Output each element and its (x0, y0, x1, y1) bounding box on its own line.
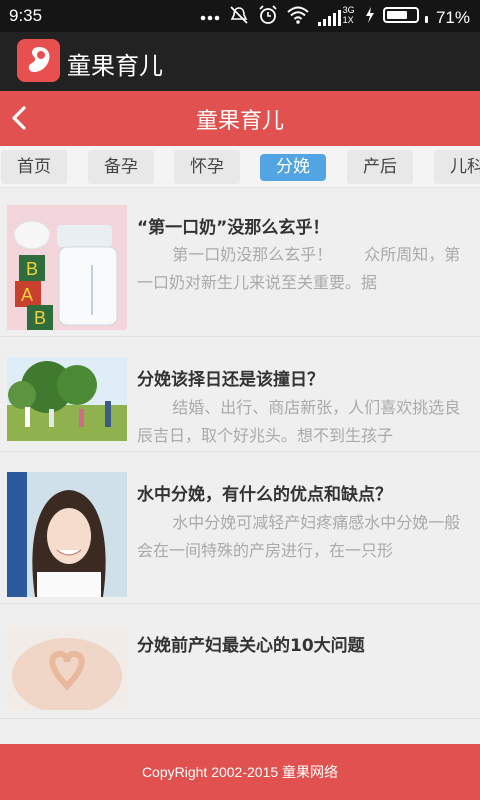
network-type-top: 3G (342, 5, 355, 15)
article-thumbnail (7, 357, 127, 441)
article-title: 分娩该择日还是该撞日？ (137, 370, 324, 390)
article-summary: 水中分娩可减轻产妇疼痛感水中分娩一般会在一间特殊的产房进行，在一只形 (137, 513, 461, 560)
svg-text:B: B (26, 259, 38, 279)
article-item[interactable]: B A B “第一口奶”没那么玄乎！ 第一口奶没那么玄乎！ 众所周知，第一口奶对… (0, 189, 480, 337)
article-item[interactable]: 水中分娩，有什么的优点和缺点？ 水中分娩可减轻产妇疼痛感水中分娩一般会在一间特殊… (0, 453, 480, 604)
signal-icon: 3G 1X (317, 5, 356, 27)
article-title: “第一口奶”没那么玄乎！ (137, 218, 330, 238)
tab-pre-pregnancy[interactable]: 备孕 (88, 150, 154, 184)
svg-text:B: B (34, 308, 46, 328)
battery-percent: 71% (435, 7, 470, 27)
article-summary: 结婚、出行、商店新张，人们喜欢挑选良辰吉日，取个好兆头。想不到生孩子 (137, 398, 461, 445)
page-title: 童果育儿 (195, 109, 284, 134)
tab-pediatrics[interactable]: 儿科 (434, 150, 480, 184)
battery-indicator: 71% (365, 6, 470, 28)
svg-text:A: A (21, 285, 33, 305)
category-tabs: 首页 备孕 怀孕 分娩 产后 儿科 (0, 146, 480, 188)
more-dots-icon (200, 9, 220, 25)
mute-icon (229, 5, 249, 29)
network-type-bottom: 1X (342, 15, 354, 25)
alarm-icon (258, 5, 278, 29)
tab-pregnancy[interactable]: 怀孕 (174, 150, 240, 184)
status-time: 9:35 (9, 6, 43, 25)
article-item[interactable]: 分娩该择日还是该撞日？ 结婚、出行、商店新张，人们喜欢挑选良辰吉日，取个好兆头。… (0, 338, 480, 452)
app-bar: 童果育儿 (0, 32, 480, 91)
article-thumbnail (7, 472, 127, 597)
tab-home[interactable]: 首页 (1, 150, 67, 184)
tab-postpartum[interactable]: 产后 (347, 150, 413, 184)
tab-delivery[interactable]: 分娩 (260, 154, 326, 181)
battery-icon (383, 6, 420, 23)
app-logo-icon (17, 39, 60, 82)
page-header: 童果育儿 (0, 91, 480, 146)
article-item[interactable]: 分娩前产妇最关心的10大问题 (0, 605, 480, 719)
article-title: 分娩前产妇最关心的10大问题 (137, 636, 365, 656)
app-title: 童果育儿 (67, 52, 163, 80)
status-icons: 3G 1X 71% (200, 5, 470, 29)
footer-copyright: CopyRight 2002-2015 童果网络 (0, 744, 480, 800)
article-thumbnail (7, 626, 127, 710)
status-bar: 9:35 3G 1X 71% (0, 0, 480, 32)
article-thumbnail: B A B (7, 205, 127, 330)
article-title: 水中分娩，有什么的优点和缺点？ (137, 485, 392, 505)
charging-icon (365, 6, 374, 23)
wifi-icon (286, 6, 309, 28)
article-summary: 第一口奶没那么玄乎！ 众所周知，第一口奶对新生儿来说至关重要。据 (137, 245, 461, 292)
